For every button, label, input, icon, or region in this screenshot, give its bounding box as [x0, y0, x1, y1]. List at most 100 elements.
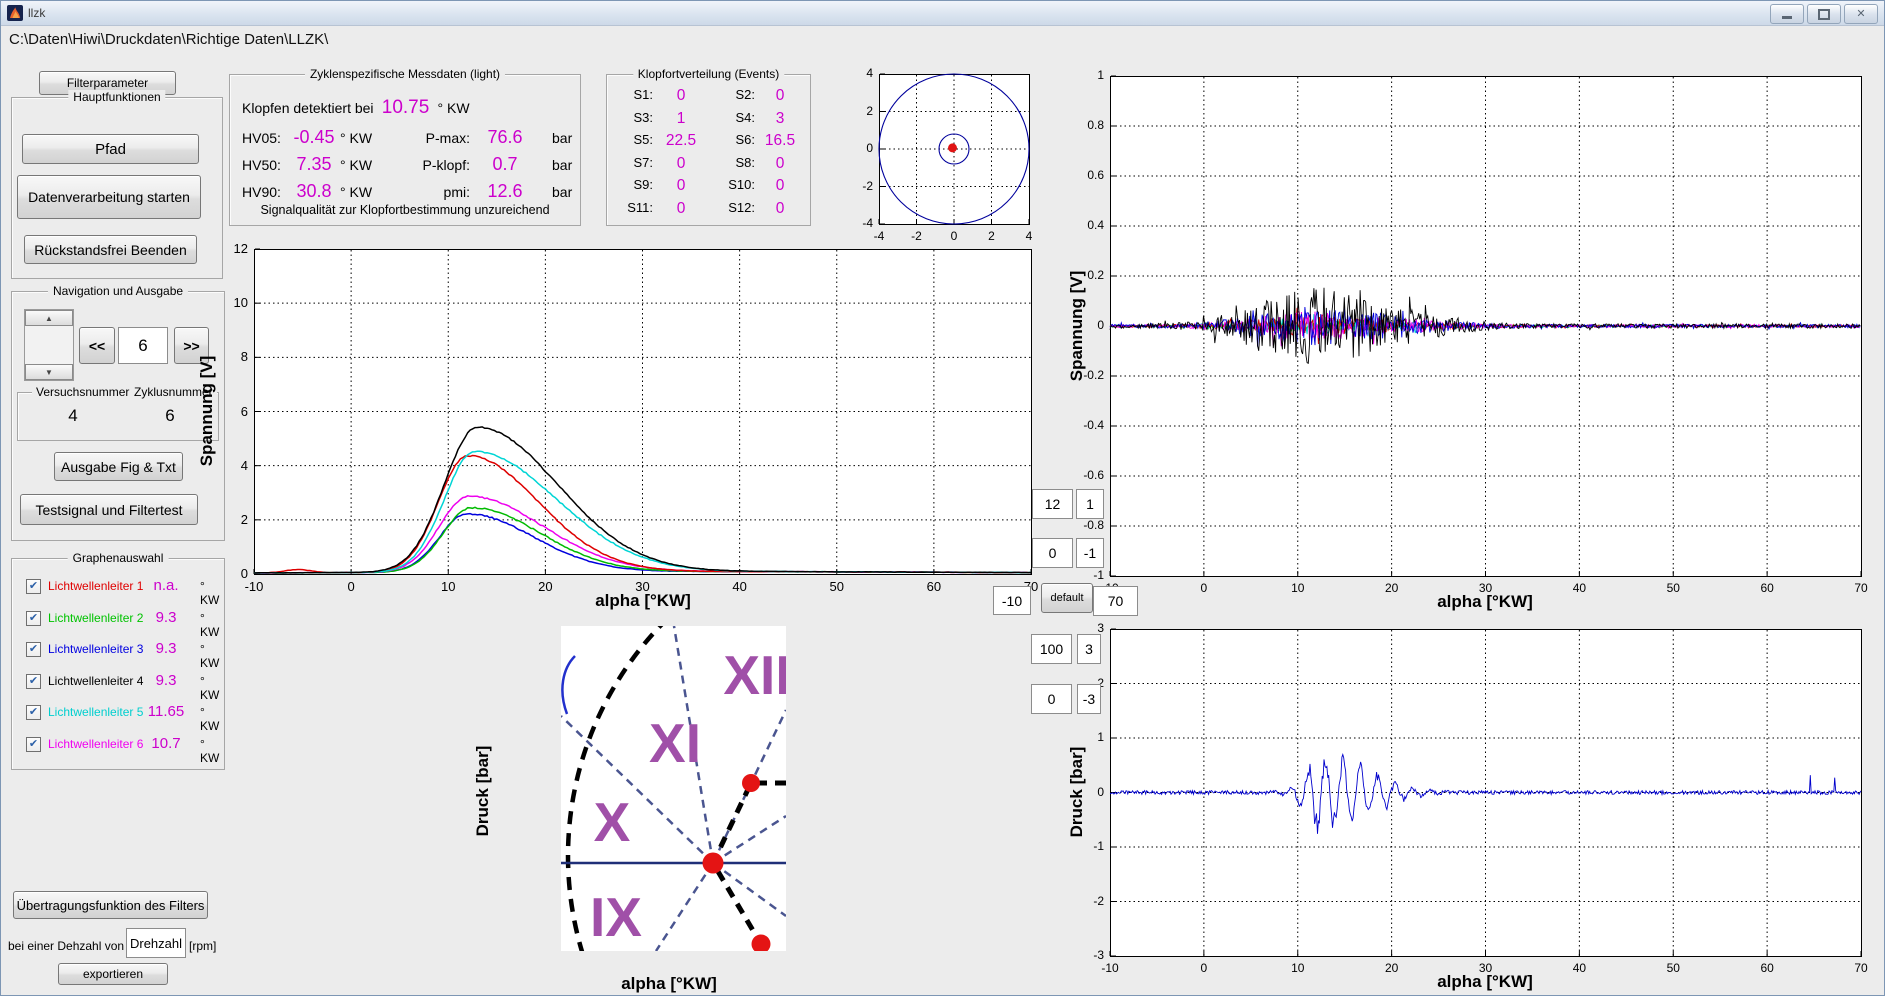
uebertragungsfunktion-button[interactable]: Übertragungsfunktion des Filters [13, 891, 208, 919]
pfad-button[interactable]: Pfad [22, 134, 199, 164]
filtered-voltage-xlabel: alpha [°KW] [1437, 592, 1533, 612]
slider-down-icon[interactable]: ▼ [25, 364, 73, 380]
volt-ymin-input[interactable]: 0 [1032, 538, 1073, 568]
checkbox[interactable]: ✔ [26, 674, 41, 689]
knock-angle-value: 9.3 [134, 672, 198, 689]
close-button[interactable]: ✕ [1844, 4, 1878, 24]
sensor-label: S11: [613, 200, 653, 218]
x-tick-label: 60 [1742, 961, 1792, 975]
y-tick-label: -1 [1052, 568, 1104, 582]
xmin-input[interactable]: -10 [993, 586, 1031, 615]
pmi-label: pmi: [408, 184, 470, 200]
x-tick-label: 20 [1367, 581, 1417, 595]
y-tick-label: 12 [196, 241, 248, 256]
svg-text:IX: IX [590, 886, 642, 948]
checkbox[interactable]: ✔ [26, 737, 41, 752]
prev-cycle-button[interactable]: << [79, 327, 115, 364]
sensor-label: S1: [613, 87, 653, 105]
hv50-unit: ° KW [340, 157, 372, 173]
checkbox[interactable]: ✔ [26, 705, 41, 720]
cycle-number-input[interactable]: 6 [118, 327, 168, 364]
y-tick-label: 1 [1052, 68, 1104, 82]
druck-ymin-input[interactable]: -3 [1077, 684, 1101, 714]
datenverarbeitung-starten-button[interactable]: Datenverarbeitung starten [17, 175, 201, 219]
kw-unit-label: ° KW [200, 674, 224, 702]
filt-ymin-input[interactable]: -1 [1076, 538, 1104, 568]
druck-zero-input[interactable]: 0 [1031, 684, 1072, 714]
volt-ymax-input[interactable]: 12 [1032, 489, 1073, 519]
path-bar: C:\Daten\Hiwi\Druckdaten\Richtige Daten\… [9, 31, 328, 48]
versuchsnummer-label: Versuchsnummer [32, 385, 133, 399]
voltage-plot-xlabel: alpha [°KW] [595, 591, 691, 611]
sensor-event-value: 0 [755, 177, 805, 195]
matlab-app-icon [7, 5, 23, 21]
nummern-panel: Versuchsnummer Zyklusnummer 4 6 [17, 392, 219, 441]
exportieren-button[interactable]: exportieren [58, 963, 168, 985]
graph-select-row: ✔Lichtwellenleiter 1n.a.° KW [12, 577, 224, 597]
y-tick-label: -0.4 [1052, 418, 1104, 432]
lichtwellenleiter-label: Lichtwellenleiter 5 [48, 705, 143, 719]
x-tick-label: -10 [229, 579, 279, 594]
druck-ymax-input[interactable]: 3 [1077, 634, 1101, 664]
sensor-label: S12: [709, 200, 755, 218]
testsignal-filtertest-button[interactable]: Testsignal und Filtertest [20, 494, 198, 525]
sensor-label: S4: [709, 110, 755, 128]
sensor-label: S10: [709, 177, 755, 195]
pklopf-label: P-klopf: [408, 157, 470, 173]
sensor-label: S8: [709, 155, 755, 173]
x-tick-label: 0 [1179, 581, 1229, 595]
graphenauswahl-title: Graphenauswahl [68, 551, 169, 565]
restore-button[interactable] [1807, 4, 1841, 24]
knock-angle-value: 9.3 [134, 640, 198, 657]
ausgabe-fig-txt-button[interactable]: Ausgabe Fig & Txt [54, 452, 183, 481]
pklopf-value: 0.7 [470, 154, 540, 175]
druck-scale-input[interactable]: 100 [1031, 634, 1072, 664]
sensor-label: S7: [613, 155, 653, 173]
xmax-input[interactable]: 70 [1093, 586, 1138, 616]
graph-select-row: ✔Lichtwellenleiter 39.3° KW [12, 640, 224, 660]
checkbox[interactable]: ✔ [26, 579, 41, 594]
y-tick-label: 0.4 [1052, 218, 1104, 232]
minimize-button[interactable] [1770, 4, 1804, 24]
svg-text:XII: XII [723, 644, 786, 706]
sensor-event-value: 1 [653, 110, 709, 128]
x-tick-label: 50 [1648, 961, 1698, 975]
x-tick-label: 60 [909, 579, 959, 594]
y-tick-label: -0.6 [1052, 468, 1104, 482]
checkbox[interactable]: ✔ [26, 642, 41, 657]
x-tick-label: 0 [326, 579, 376, 594]
x-tick-label: 50 [1648, 581, 1698, 595]
graph-select-row: ✔Lichtwellenleiter 49.3° KW [12, 672, 224, 692]
y-tick-label: 0.6 [1052, 168, 1104, 182]
slider-up-icon[interactable]: ▲ [25, 310, 73, 326]
graph-select-row: ✔Lichtwellenleiter 610.7° KW [12, 735, 224, 755]
default-button[interactable]: default [1041, 583, 1093, 613]
kw-unit-label: ° KW [200, 642, 224, 670]
drehzahl-input[interactable]: Drehzahl [126, 928, 186, 958]
checkbox[interactable]: ✔ [26, 611, 41, 626]
sensor-label: S5: [613, 132, 653, 150]
messdaten-title: Zyklenspezifische Messdaten (light) [305, 67, 505, 81]
filt-ymax-input[interactable]: 1 [1076, 489, 1104, 519]
zyklusnummer-value: 6 [140, 406, 200, 426]
filtered-pressure-plot: -10010203040506070-3-2-10123 [1050, 607, 1885, 996]
kw-unit-label: ° KW [200, 611, 224, 639]
x-tick-label: 40 [715, 579, 765, 594]
pressure-plot-ylabel: Druck [bar] [1067, 747, 1087, 838]
messdaten-panel: Zyklenspezifische Messdaten (light) Klop… [229, 74, 581, 226]
klopfen-unit: ° KW [438, 100, 470, 116]
x-tick-label: 10 [1273, 961, 1323, 975]
title-bar: llzk ✕ [1, 1, 1884, 26]
drehzahl-label: bei einer Dehzahl von [8, 939, 124, 953]
rueckstandsfrei-beenden-button[interactable]: Rückstandsfrei Beenden [24, 235, 197, 264]
hv50-value: 7.35 [288, 154, 340, 175]
lichtwellenleiter-label: Lichtwellenleiter 2 [48, 611, 143, 625]
graph-select-row: ✔Lichtwellenleiter 29.3° KW [12, 609, 224, 629]
hv05-unit: ° KW [340, 130, 372, 146]
lichtwellenleiter-label: Lichtwellenleiter 4 [48, 674, 143, 688]
cycle-slider[interactable]: ▲ ▼ [24, 309, 74, 381]
sensor-event-value: 0 [653, 177, 709, 195]
hv90-label: HV90: [242, 184, 288, 200]
app-window: llzk ✕ C:\Daten\Hiwi\Druckdaten\Richtige… [0, 0, 1885, 996]
klopfen-label: Klopfen detektiert bei [242, 100, 374, 116]
